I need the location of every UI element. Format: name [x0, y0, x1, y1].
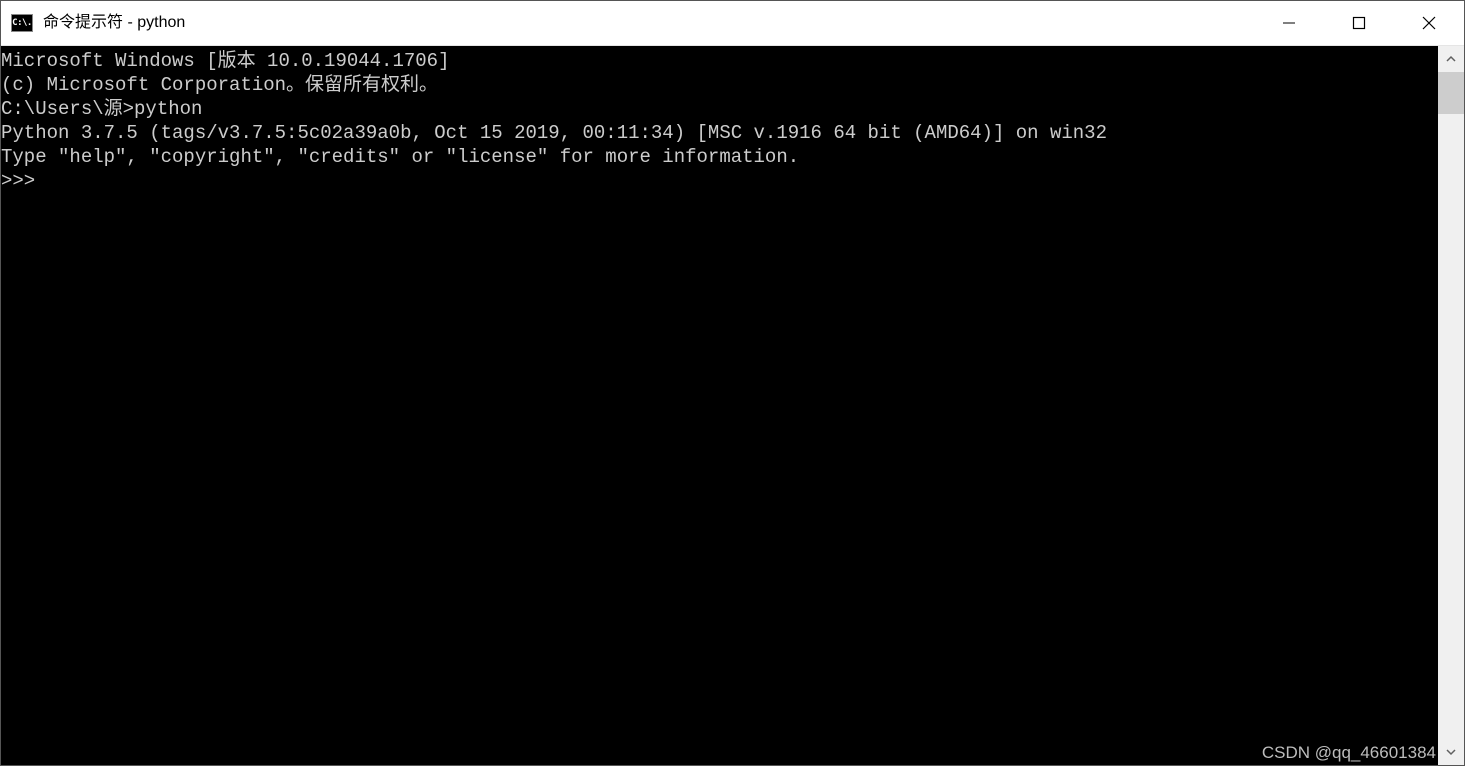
console-line: Type "help", "copyright", "credits" or "… — [1, 145, 1438, 169]
scroll-down-button[interactable] — [1438, 739, 1464, 765]
console-area: Microsoft Windows [版本 10.0.19044.1706](c… — [1, 46, 1464, 765]
maximize-button[interactable] — [1324, 1, 1394, 45]
minimize-icon — [1282, 16, 1296, 30]
chevron-up-icon — [1445, 53, 1457, 65]
window-controls — [1254, 1, 1464, 45]
titlebar[interactable]: C:\. 命令提示符 - python — [1, 1, 1464, 46]
console-line: (c) Microsoft Corporation。保留所有权利。 — [1, 73, 1438, 97]
vertical-scrollbar[interactable] — [1438, 46, 1464, 765]
minimize-button[interactable] — [1254, 1, 1324, 45]
console-line: C:\Users\源>python — [1, 97, 1438, 121]
console-line: >>> — [1, 169, 1438, 193]
maximize-icon — [1352, 16, 1366, 30]
title-left: C:\. 命令提示符 - python — [1, 1, 185, 45]
chevron-down-icon — [1445, 746, 1457, 758]
console-line: Python 3.7.5 (tags/v3.7.5:5c02a39a0b, Oc… — [1, 121, 1438, 145]
close-button[interactable] — [1394, 1, 1464, 45]
scroll-up-button[interactable] — [1438, 46, 1464, 72]
scroll-thumb[interactable] — [1438, 72, 1464, 114]
close-icon — [1422, 16, 1436, 30]
cmd-icon-text: C:\. — [12, 19, 32, 28]
console-output[interactable]: Microsoft Windows [版本 10.0.19044.1706](c… — [1, 46, 1438, 765]
cmd-window: C:\. 命令提示符 - python Microsoft Windows [版… — [0, 0, 1465, 766]
console-line: Microsoft Windows [版本 10.0.19044.1706] — [1, 49, 1438, 73]
window-title: 命令提示符 - python — [43, 1, 185, 45]
cmd-icon: C:\. — [11, 14, 33, 32]
